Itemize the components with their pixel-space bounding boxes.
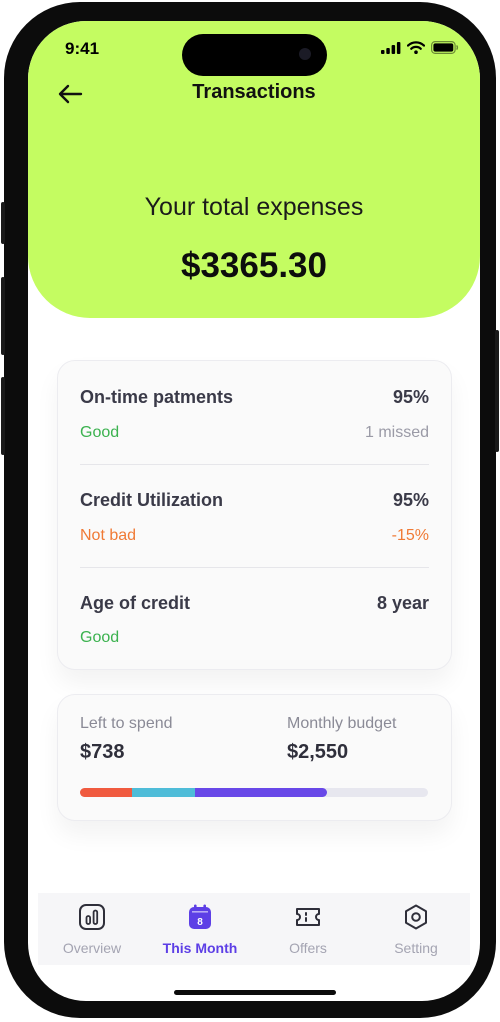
credit-row-name: Credit Utilization — [80, 490, 223, 510]
credit-row-value: 95% — [392, 387, 429, 407]
volume-down-button — [1, 377, 5, 455]
battery-icon — [431, 41, 459, 54]
screen: 9:41 Transactions Your total expenses $3… — [28, 21, 480, 1001]
monthly-budget-value: $2,550 — [287, 741, 349, 763]
bottom-tab-bar: Overview 8 This Month Offers Setting — [38, 893, 470, 965]
tab-setting[interactable]: Setting — [362, 893, 470, 965]
credit-row-detail: 1 missed — [364, 424, 429, 441]
wifi-icon — [407, 41, 425, 54]
page-title: Transactions — [192, 81, 316, 103]
tab-label: Setting — [394, 940, 438, 956]
ticket-icon — [296, 908, 320, 926]
monthly-budget-label: Monthly budget — [287, 715, 397, 732]
tab-offers[interactable]: Offers — [254, 893, 362, 965]
mute-switch — [1, 202, 5, 244]
credit-row-status: Good — [80, 629, 120, 646]
credit-summary-card: On-time patments 95% Good 1 missed Credi… — [57, 360, 452, 670]
total-expenses-label: Your total expenses — [144, 193, 364, 221]
calendar-day-badge: 8 — [197, 917, 203, 928]
summary-header: 9:41 Transactions Your total expenses $3… — [28, 21, 480, 318]
dynamic-island — [182, 34, 327, 76]
tab-label: Overview — [62, 940, 122, 956]
budget-card: Left to spend $738 Monthly budget $2,550 — [57, 694, 452, 821]
credit-row-status: Good — [80, 424, 120, 441]
bar-chart-icon — [79, 904, 105, 930]
left-to-spend-value: $738 — [80, 741, 125, 763]
status-time: 9:41 — [65, 39, 100, 58]
credit-row-age[interactable]: Age of credit 8 year Good — [80, 593, 429, 653]
budget-segment — [194, 788, 328, 797]
power-button — [495, 330, 499, 452]
home-indicator — [174, 990, 336, 995]
credit-row-ontime[interactable]: On-time patments 95% Good 1 missed — [80, 387, 429, 447]
signal-icon — [381, 41, 401, 54]
settings-hexagon-icon — [405, 904, 427, 930]
tab-label: Offers — [289, 940, 327, 956]
credit-row-status: Not bad — [80, 527, 137, 544]
tab-label: This Month — [162, 940, 238, 956]
credit-row-utilization[interactable]: Credit Utilization 95% Not bad -15% — [80, 490, 429, 550]
credit-row-detail: -15% — [391, 527, 429, 544]
tab-overview[interactable]: Overview — [38, 893, 146, 965]
left-to-spend-label: Left to spend — [80, 715, 173, 732]
total-expenses-amount: $3365.30 — [181, 246, 327, 285]
budget-progress-bar — [80, 788, 428, 797]
phone-frame: 9:41 Transactions Your total expenses $3… — [1, 2, 499, 1018]
status-icons — [381, 41, 459, 54]
divider — [80, 464, 429, 465]
budget-segment — [80, 788, 133, 797]
budget-segment — [132, 788, 195, 797]
credit-row-value: 95% — [392, 490, 429, 510]
credit-row-name: Age of credit — [80, 593, 191, 613]
volume-up-button — [1, 277, 5, 355]
credit-row-value: 8 year — [376, 593, 429, 613]
divider — [80, 567, 429, 568]
calendar-icon: 8 — [189, 904, 211, 929]
credit-row-name: On-time patments — [80, 387, 234, 407]
tab-this-month[interactable]: 8 This Month — [146, 893, 254, 965]
camera-icon — [299, 48, 311, 60]
